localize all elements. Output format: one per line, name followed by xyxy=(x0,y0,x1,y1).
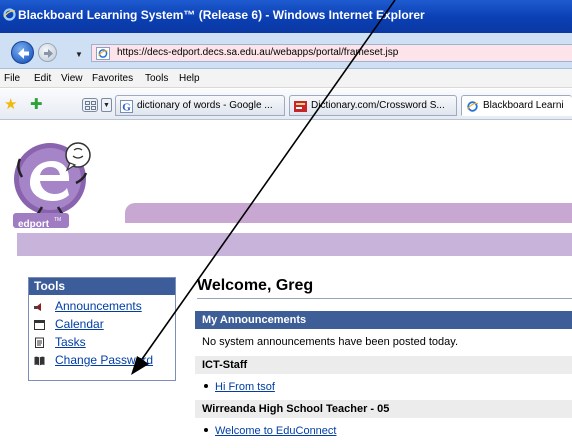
forward-button[interactable] xyxy=(38,43,57,62)
tab-blackboard[interactable]: Blackboard Learni xyxy=(461,95,572,116)
tab-list-dropdown[interactable]: ▼ xyxy=(101,98,112,112)
calendar-icon xyxy=(34,320,45,330)
announcements-link[interactable]: Announcements xyxy=(55,299,142,313)
menu-help[interactable]: Help xyxy=(179,73,200,84)
announcement-link[interactable]: Hi From tsof xyxy=(215,381,275,393)
menu-tools[interactable]: Tools xyxy=(145,73,168,84)
banner-band xyxy=(17,233,572,256)
menu-edit[interactable]: Edit xyxy=(34,73,51,84)
browser-window: Blackboard Learning System™ (Release 6) … xyxy=(0,0,572,448)
announcements-panel: My Announcements No system announcements… xyxy=(195,311,572,448)
tab-dictionary[interactable]: Dictionary.com/Crossword S... xyxy=(289,95,457,116)
favorites-star-icon[interactable]: ★ xyxy=(4,97,17,112)
tools-header: Tools xyxy=(29,278,175,295)
add-favorites-icon[interactable]: ✚ xyxy=(30,97,43,112)
change-password-link[interactable]: Change Password xyxy=(55,353,153,367)
back-arrow-icon xyxy=(18,48,29,59)
tab-label: dictionary of words - Google ... xyxy=(137,100,273,111)
announcement-item: Hi From tsof xyxy=(204,381,275,393)
tasks-icon xyxy=(35,337,44,348)
tab-label: Blackboard Learni xyxy=(483,100,564,111)
course-group-header: Wirreanda High School Teacher - 05 xyxy=(195,400,572,418)
ie-icon xyxy=(467,101,479,112)
tab-bar: ★ ✚ ▼ G dictionary of words - Google ...… xyxy=(0,89,572,120)
course-group-header: ICT-Staff xyxy=(195,356,572,374)
bullet-icon xyxy=(204,428,208,433)
history-dropdown-icon[interactable]: ▼ xyxy=(75,50,83,59)
announcements-header: My Announcements xyxy=(195,311,572,329)
back-button[interactable] xyxy=(11,41,34,64)
banner-band-top xyxy=(125,203,572,223)
welcome-heading: Welcome, Greg xyxy=(197,277,314,294)
system-announcement-text: No system announcements have been posted… xyxy=(202,336,459,348)
url-text: https://decs-edport.decs.sa.edu.au/webap… xyxy=(117,47,399,58)
edport-logo[interactable] xyxy=(12,137,96,229)
menu-file[interactable]: File xyxy=(4,73,20,84)
tab-google[interactable]: G dictionary of words - Google ... xyxy=(115,95,285,116)
quick-tabs-button[interactable] xyxy=(82,98,98,112)
welcome-divider xyxy=(197,298,572,299)
tasks-link[interactable]: Tasks xyxy=(55,335,86,349)
tab-label: Dictionary.com/Crossword S... xyxy=(311,100,445,111)
address-bar: ▼ https://decs-edport.decs.sa.edu.au/web… xyxy=(0,33,572,69)
ie-icon xyxy=(3,8,16,21)
calendar-link[interactable]: Calendar xyxy=(55,317,104,331)
forward-arrow-icon xyxy=(44,49,53,58)
tools-panel: Tools Announcements Calendar Tasks Chang… xyxy=(28,277,176,381)
menu-bar: File Edit View Favorites Tools Help xyxy=(0,69,572,88)
google-icon: G xyxy=(120,100,133,113)
logo-text: edport xyxy=(18,219,50,230)
announcement-item: Welcome to EduConnect xyxy=(204,425,336,437)
menu-view[interactable]: View xyxy=(61,73,83,84)
menu-favorites[interactable]: Favorites xyxy=(92,73,133,84)
dictionary-icon xyxy=(294,101,307,112)
page-content: edport TM Tools Announcements Calendar T… xyxy=(0,121,572,448)
url-field[interactable]: https://decs-edport.decs.sa.edu.au/webap… xyxy=(91,44,572,62)
password-book-icon xyxy=(34,356,45,366)
announcements-icon xyxy=(34,303,41,311)
window-title: Blackboard Learning System™ (Release 6) … xyxy=(18,8,425,22)
logo-trademark: TM xyxy=(54,217,62,223)
svg-text:G: G xyxy=(122,102,131,114)
quick-tabs-icon xyxy=(85,101,90,105)
bullet-icon xyxy=(204,384,208,389)
page-ie-icon xyxy=(96,47,110,60)
announcement-link[interactable]: Welcome to EduConnect xyxy=(215,425,336,437)
title-bar: Blackboard Learning System™ (Release 6) … xyxy=(0,0,572,33)
